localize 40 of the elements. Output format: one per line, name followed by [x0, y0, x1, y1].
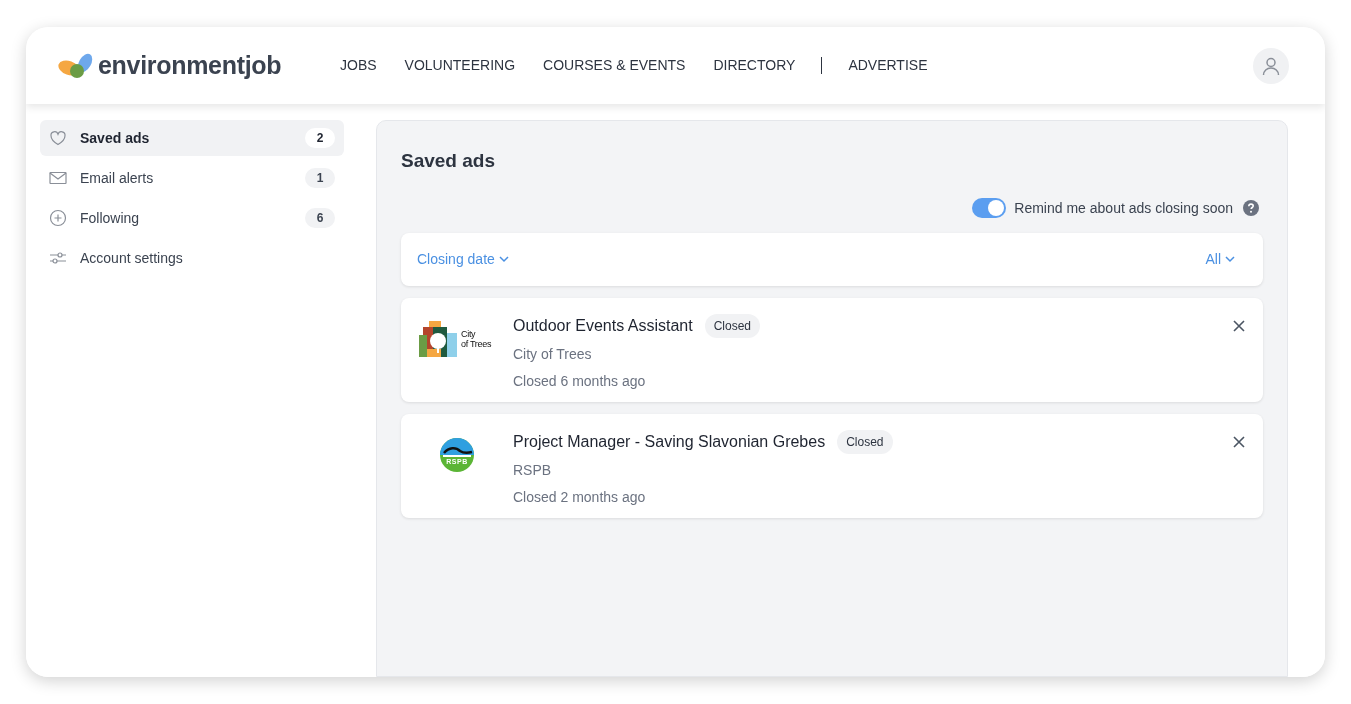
toggle-switch[interactable] [972, 198, 1007, 218]
nav-link[interactable]: VOLUNTEERING [390, 55, 530, 76]
mail-icon [49, 169, 67, 187]
toggle-label: Remind me about ads closing soon [1014, 198, 1233, 218]
chevron-down-icon [1225, 255, 1235, 263]
chevron-down-icon [498, 255, 509, 263]
sidebar-item[interactable]: Account settings [40, 240, 344, 276]
close-icon [1233, 319, 1245, 332]
brand-name[interactable]: environmentjob [98, 46, 282, 85]
count-badge: 1 [305, 168, 335, 188]
close-icon [1233, 435, 1245, 448]
status-badge: Closed [704, 313, 760, 338]
nav-link[interactable]: DIRECTORY [699, 55, 810, 76]
user-icon [1261, 55, 1281, 76]
employer-name: City of Trees [513, 344, 593, 364]
nav-link[interactable]: JOBS [326, 55, 391, 76]
sidebar-item[interactable]: Following 6 [40, 200, 344, 236]
closed-date: Closed 6 months ago [513, 371, 647, 391]
closed-date: Closed 2 months ago [513, 487, 647, 507]
plus-circle-icon [49, 209, 67, 227]
remove-button[interactable] [1233, 319, 1245, 332]
ad-card[interactable]: City of Trees Outdoor Events Assistant Closed City of Trees Closed 6 months ago [401, 297, 1263, 402]
sidebar-item[interactable]: Saved ads 2 [40, 120, 344, 156]
count-badge: 6 [305, 208, 335, 228]
nav-link[interactable]: ADVERTISE [834, 55, 942, 76]
nav-link[interactable]: COURSES & EVENTS [529, 55, 700, 76]
status-badge: Closed [837, 429, 893, 454]
logo-icon[interactable] [58, 51, 94, 80]
profile-button[interactable] [1253, 47, 1289, 84]
page-title: Saved ads [401, 149, 496, 173]
remove-button[interactable] [1233, 435, 1245, 448]
ad-title[interactable]: Project Manager - Saving Slavonian Grebes [513, 429, 826, 454]
count-badge: 2 [305, 128, 335, 148]
sidebar-item[interactable]: Email alerts 1 [40, 160, 344, 196]
help-icon[interactable] [1243, 200, 1259, 216]
ad-title[interactable]: Outdoor Events Assistant [513, 313, 693, 338]
sliders-icon [49, 249, 67, 267]
employer-name: RSPB [513, 460, 553, 480]
heart-icon [49, 129, 67, 147]
employer-logo: City of Trees [419, 320, 497, 357]
